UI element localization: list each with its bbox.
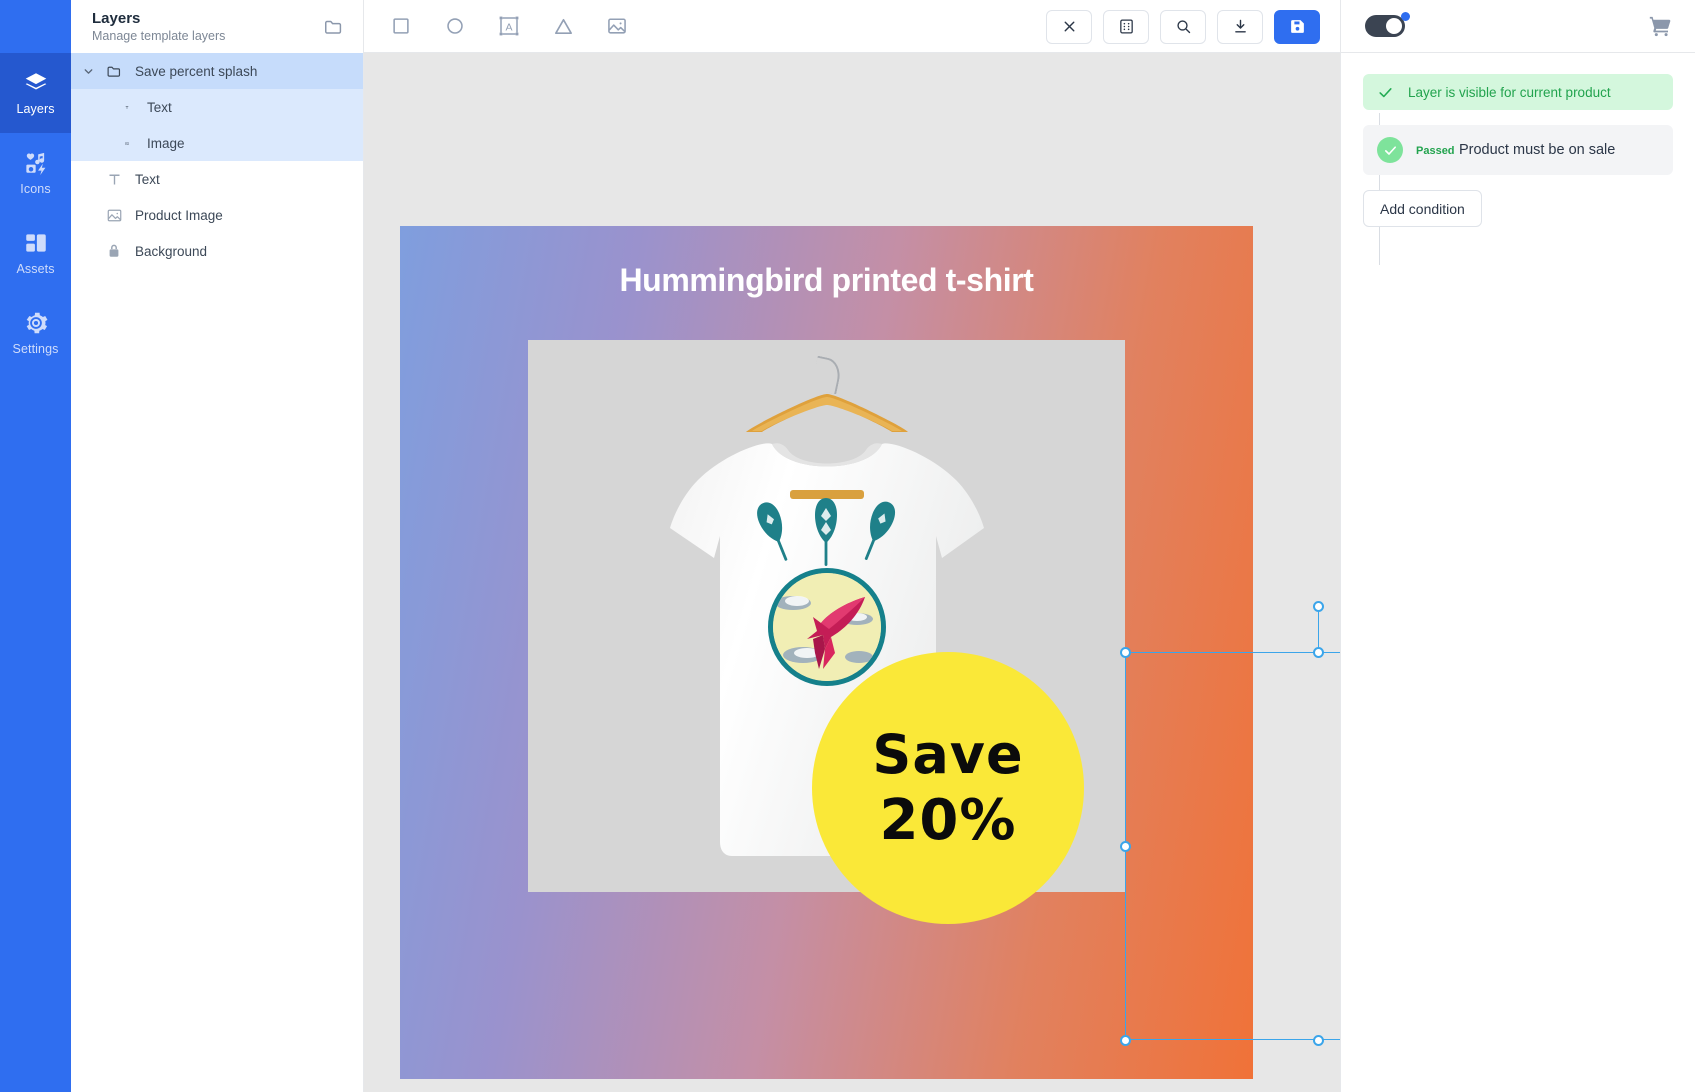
conditions-list: Layer is visible for current product Pas… xyxy=(1341,53,1695,227)
editor-center: A xyxy=(364,0,1340,1092)
layer-visibility-label: Layer is visible for current product xyxy=(1408,85,1611,100)
app-root: Layers Icons Assets xyxy=(0,0,1695,1092)
folder-icon xyxy=(99,63,129,80)
layer-row[interactable]: Text xyxy=(71,161,363,197)
sidebar-item-settings[interactable]: Settings xyxy=(0,293,71,373)
svg-text:A: A xyxy=(505,21,512,33)
cart-icon[interactable] xyxy=(1647,13,1673,39)
ellipse-tool[interactable] xyxy=(438,9,472,43)
preview-toggle[interactable] xyxy=(1365,15,1405,37)
hummingbird-logo xyxy=(768,568,886,686)
selection-rotate-handle[interactable] xyxy=(1313,601,1324,612)
assets-icon xyxy=(23,230,49,256)
condition-label: Product must be on sale xyxy=(1459,142,1615,158)
left-rail: Layers Icons Assets xyxy=(0,0,71,1092)
layer-row[interactable]: Text xyxy=(71,89,363,125)
layer-row[interactable]: Product Image xyxy=(71,197,363,233)
text-icon xyxy=(99,100,129,115)
sidebar-item-label: Icons xyxy=(20,182,50,196)
layers-panel: Layers Manage template layers Sav xyxy=(71,0,364,1092)
feathers-graphic xyxy=(737,496,917,570)
layout-button[interactable] xyxy=(1103,10,1149,44)
image-tool[interactable] xyxy=(600,9,634,43)
rectangle-tool[interactable] xyxy=(384,9,418,43)
toolbar-left-tools: A xyxy=(384,9,634,43)
layer-label: Text xyxy=(129,100,172,115)
layer-label: Background xyxy=(129,244,207,259)
text-icon xyxy=(99,172,129,187)
layer-label: Text xyxy=(129,172,160,187)
add-condition-button[interactable]: Add condition xyxy=(1363,190,1482,227)
sidebar-item-label: Layers xyxy=(16,102,54,116)
check-icon xyxy=(1377,84,1394,101)
sidebar-item-label: Assets xyxy=(16,262,54,276)
selection-handle-tc[interactable] xyxy=(1313,647,1324,658)
lock-icon xyxy=(99,243,129,259)
sidebar-item-layers[interactable]: Layers xyxy=(0,53,71,133)
selection-handle-bl[interactable] xyxy=(1120,1035,1131,1046)
toggle-knob xyxy=(1386,18,1402,34)
selection-rotate-stem xyxy=(1318,606,1319,652)
hanger-hook xyxy=(810,356,843,395)
layer-row[interactable]: Background xyxy=(71,233,363,269)
layer-visibility-banner: Layer is visible for current product xyxy=(1363,74,1673,110)
sidebar-item-assets[interactable]: Assets xyxy=(0,213,71,293)
folder-open-icon[interactable] xyxy=(323,16,345,38)
selection-handle-ml[interactable] xyxy=(1120,841,1131,852)
conditions-panel: Layer is visible for current product Pas… xyxy=(1340,0,1695,1092)
chevron-down-icon[interactable] xyxy=(77,65,99,78)
selection-handle-bc[interactable] xyxy=(1313,1035,1324,1046)
layers-panel-header: Layers Manage template layers xyxy=(71,0,363,53)
splash-line-1: Save xyxy=(872,723,1023,786)
layer-row[interactable]: Save percent splash xyxy=(71,53,363,89)
splash-line-2: 20% xyxy=(879,788,1016,853)
layer-label: Save percent splash xyxy=(129,64,257,79)
page-title: Layers xyxy=(92,10,225,27)
condition-item[interactable]: Passed Product must be on sale xyxy=(1363,125,1673,175)
hanger-icon xyxy=(742,392,912,434)
layer-list: Save percent splash Text Ima xyxy=(71,53,363,269)
layer-label: Image xyxy=(129,136,185,151)
layer-row[interactable]: Image xyxy=(71,125,363,161)
check-circle-icon xyxy=(1377,137,1403,163)
conditions-panel-header xyxy=(1341,0,1695,53)
selection-handle-tl[interactable] xyxy=(1120,647,1131,658)
text-tool[interactable]: A xyxy=(492,9,526,43)
save-button[interactable] xyxy=(1274,10,1320,44)
status-badge: Passed xyxy=(1416,145,1455,157)
image-icon xyxy=(99,207,129,224)
gear-icon xyxy=(23,310,49,336)
sidebar-item-label: Settings xyxy=(13,342,59,356)
image-icon xyxy=(99,135,129,152)
download-button[interactable] xyxy=(1217,10,1263,44)
sidebar-item-icons[interactable]: Icons xyxy=(0,133,71,213)
toolbar: A xyxy=(364,0,1340,53)
toggle-status-dot xyxy=(1401,12,1410,21)
layers-panel-title-block: Layers Manage template layers xyxy=(92,10,225,44)
close-button[interactable] xyxy=(1046,10,1092,44)
toolbar-right-tools xyxy=(1046,0,1320,53)
save-percent-splash[interactable]: Save 20% xyxy=(812,652,1084,924)
condition-text-block: Passed Product must be on sale xyxy=(1416,141,1615,160)
search-button[interactable] xyxy=(1160,10,1206,44)
toggle-track xyxy=(1365,15,1405,37)
page-subtitle: Manage template layers xyxy=(92,28,225,44)
canvas-viewport[interactable]: Hummingbird printed t-shirt xyxy=(364,53,1340,1092)
icons-icon xyxy=(23,150,49,176)
triangle-tool[interactable] xyxy=(546,9,580,43)
rail-spacer xyxy=(0,0,71,53)
canvas-title-text[interactable]: Hummingbird printed t-shirt xyxy=(400,262,1253,299)
layers-icon xyxy=(23,70,49,96)
layer-label: Product Image xyxy=(129,208,223,223)
